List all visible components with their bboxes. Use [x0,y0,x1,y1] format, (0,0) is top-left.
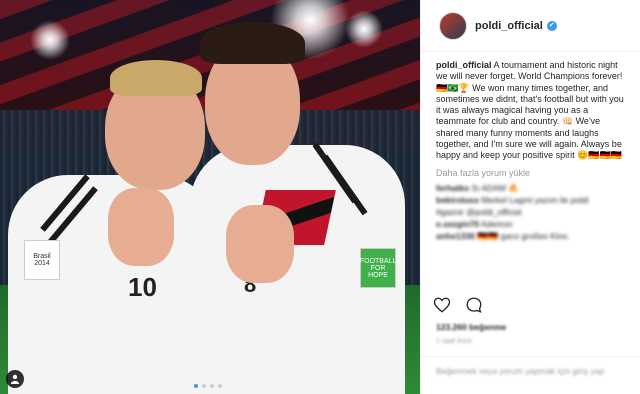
caption-text: A tournament and historic night we will … [436,60,624,161]
player-left-number: 10 [128,272,157,302]
list-item: ferhatks Sı ADAM 🔥 [436,182,625,194]
post-header: poldi_official ✔ [421,0,640,52]
patch-right: FOOTBALL FOR HOPE [360,248,396,288]
carousel-dot[interactable] [218,384,222,388]
comment-text: #gaznir @poldi_official [436,206,522,217]
player-left-hair [110,60,202,96]
player-right-fist [226,205,294,283]
post-side-panel: poldi_official ✔ ••• poldi_official A to… [420,0,640,394]
verified-badge-icon: ✔ [546,20,557,31]
carousel-dot[interactable] [194,384,198,388]
patch-right-label: FOOTBALL FOR HOPE [359,257,397,279]
add-comment-bar[interactable]: Beğenmek veya yorum yapmak için giriş ya… [421,356,640,394]
comment-text: Sı ADAM 🔥 [469,182,519,193]
add-comment-placeholder: Beğenmek veya yorum yapmak için giriş ya… [436,366,605,376]
patch-left: Brasil 2014 [24,240,60,280]
carousel-indicator [194,384,222,388]
floodlight [30,20,70,60]
comment-user[interactable]: anhe1336 [436,231,475,241]
comment-user[interactable]: bekiroluso [436,195,479,205]
instagram-post-view: 10 Brasil 2014 8 FOOTBALL FOR HOPE poldi… [0,0,640,394]
user-tag-icon [11,374,19,384]
comment-user[interactable]: e.sezgin70 [436,219,479,229]
post-date: 1 saat önce [436,338,473,345]
post-caption: poldi_official A tournament and historic… [421,52,640,162]
floodlight [345,10,383,48]
caption-username[interactable]: poldi_official [436,60,492,70]
carousel-dot[interactable] [202,384,206,388]
user-tag-button[interactable] [6,370,24,388]
list-item: bekiroluso Merkel Lagmi yazım ile poldi [436,194,625,206]
heart-icon[interactable] [433,296,451,314]
likes-count[interactable]: 123.260 beğenme [436,322,506,332]
post-actions [433,296,483,314]
comment-user[interactable]: ferhatks [436,183,469,193]
list-item: #gaznir @poldi_official [436,206,625,218]
comment-text: Ademon [479,218,513,229]
player-left-fist [108,188,174,266]
comment-icon[interactable] [465,296,483,314]
header-username[interactable]: poldi_official [475,20,543,32]
list-item: anhe1336 🇩🇪🇩🇪 ganz großes Kino. [436,230,625,242]
post-photo[interactable]: 10 Brasil 2014 8 FOOTBALL FOR HOPE [0,0,420,394]
list-item: e.sezgin70 Ademon [436,218,625,230]
comment-text: Merkel Lagmi yazım ile poldi [478,194,589,205]
avatar[interactable] [439,11,467,40]
comments-list: ferhatks Sı ADAM 🔥 bekiroluso Merkel Lag… [421,178,640,242]
patch-left-label: Brasil 2014 [33,253,51,267]
comment-text: 🇩🇪🇩🇪 ganz großes Kino. [474,230,570,241]
player-right-hair [200,22,305,64]
load-more-comments-link[interactable]: Daha fazla yorum yükle [421,162,640,178]
carousel-dot[interactable] [210,384,214,388]
